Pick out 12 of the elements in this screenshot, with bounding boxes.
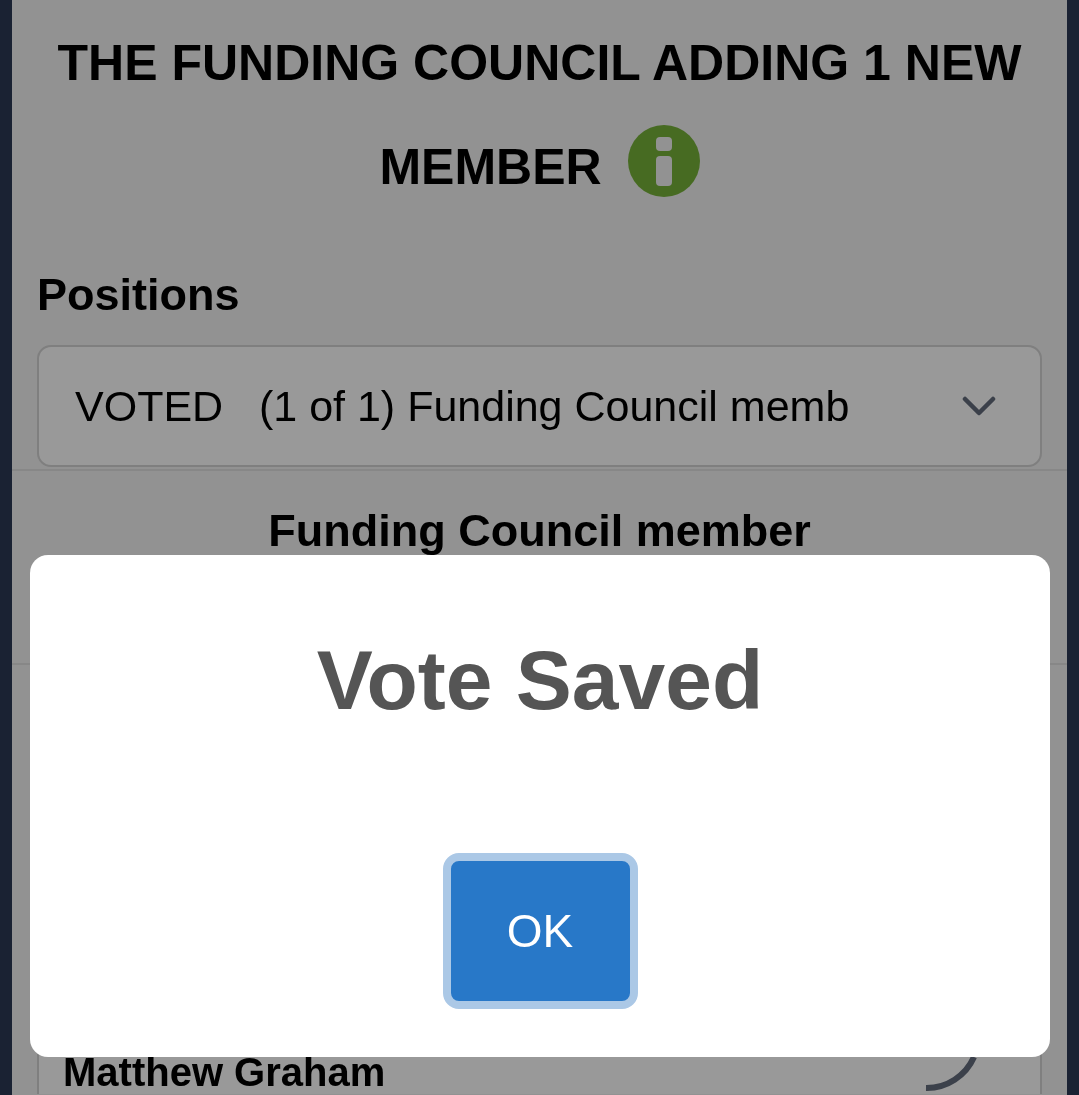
positions-label: Positions <box>37 269 240 321</box>
chevron-down-icon <box>962 395 996 417</box>
dialog-title: Vote Saved <box>316 632 764 729</box>
page-title: MEMBER <box>379 138 602 197</box>
select-value: VOTED (1 of 1) Funding Council memb <box>75 380 850 432</box>
candidate-card[interactable]: Matthew Graham <box>37 1054 1042 1094</box>
section-title: Funding Council member <box>268 509 811 553</box>
ok-button[interactable]: OK <box>442 853 638 1009</box>
info-icon[interactable] <box>627 125 700 197</box>
candidate-name: Matthew Graham <box>63 1054 386 1090</box>
page-title: THE FUNDING COUNCIL ADDING 1 NEW <box>57 34 1022 93</box>
positions-select[interactable]: VOTED (1 of 1) Funding Council memb <box>37 345 1042 467</box>
